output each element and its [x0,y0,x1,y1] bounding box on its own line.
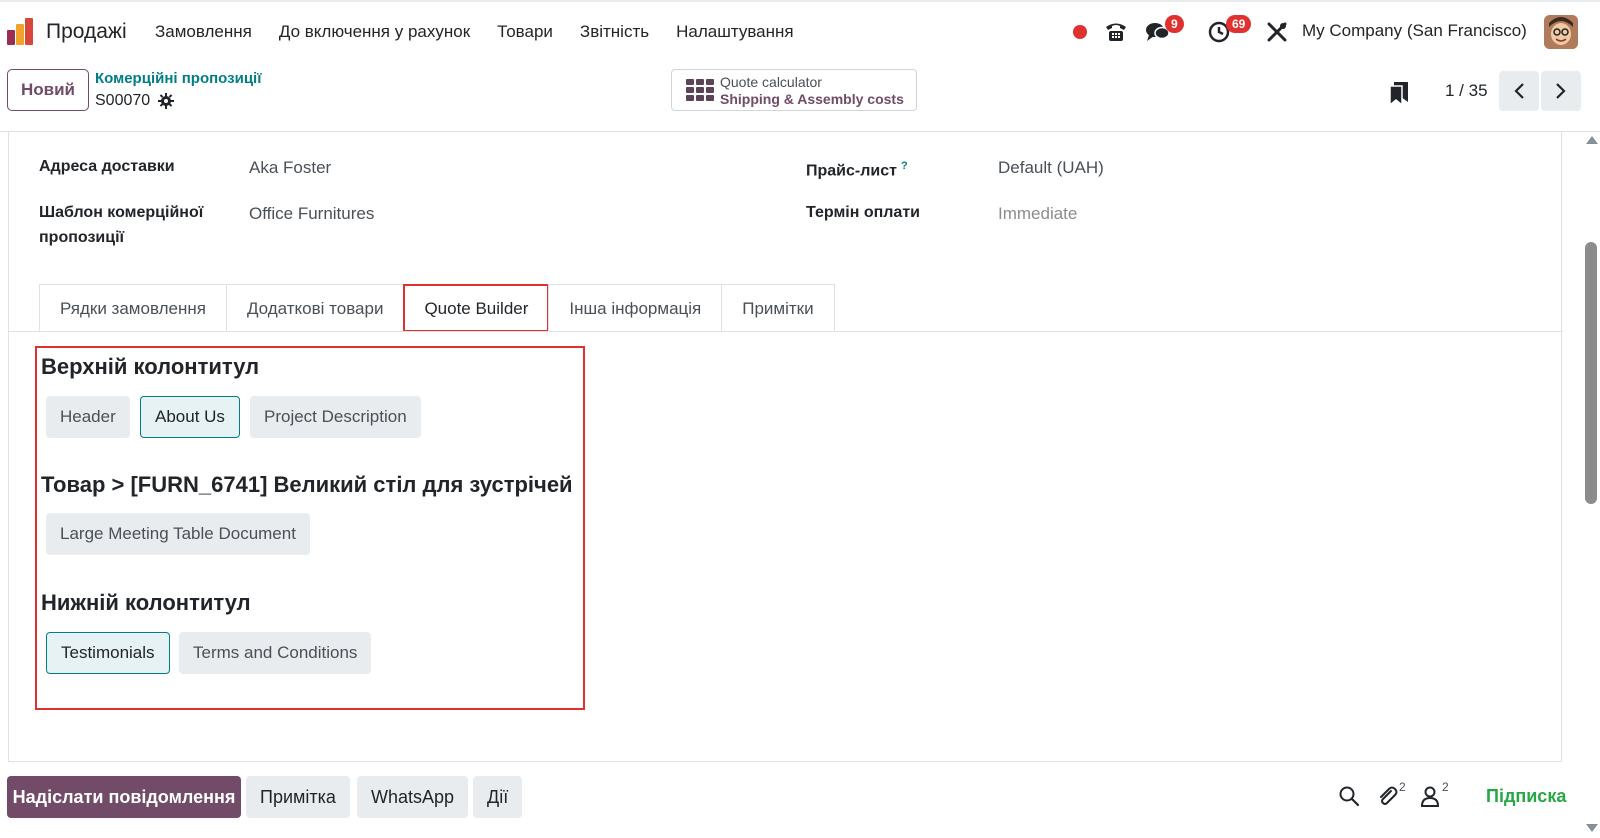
chevron-right-icon [1556,83,1566,99]
activities-button[interactable]: Дії [473,776,523,818]
debug-tools-button[interactable] [1264,16,1290,48]
payment-terms-label: Термін оплати [806,204,920,221]
phone-icon [1106,23,1126,41]
breadcrumb-quotations-link[interactable]: Комерційні пропозиції [95,70,261,87]
pricelist-label: Прайс-лист? [806,154,908,183]
record-dot-icon [1073,25,1087,39]
tab-optional-products[interactable]: Додаткові товари [225,284,405,332]
pager-previous-button[interactable] [1499,71,1539,111]
pricelist-field[interactable]: Default (UAH) [998,158,1104,178]
new-button[interactable]: Новий [7,69,89,111]
scroll-up-arrow-icon[interactable] [1586,136,1598,144]
chevron-left-icon [1514,83,1524,99]
scrollbar-thumb[interactable] [1585,242,1597,504]
paperclip-icon[interactable] [1376,785,1398,807]
footer-doc-testimonials[interactable]: Testimonials [46,632,170,674]
header-section-title: Верхній колонтитул [41,354,260,379]
user-avatar-icon [1544,15,1578,49]
footer-section-title: Нижній колонтитул [41,590,251,615]
tab-order-lines[interactable]: Рядки замовлення [39,284,227,332]
gear-icon[interactable] [158,93,175,109]
log-note-button[interactable]: Примітка [246,776,350,818]
product-doc-large-meeting-table[interactable]: Large Meeting Table Document [46,513,310,555]
whatsapp-button[interactable]: WhatsApp [357,776,469,818]
notebook-tabs: Рядки замовлення Додаткові товари Quote … [39,284,835,332]
quote-builder-panel: Верхній колонтитул Header About Us Proje… [35,346,585,710]
delivery-address-field[interactable]: Aka Foster [249,158,331,178]
pager-next-button[interactable] [1541,71,1581,111]
header-doc-project-description[interactable]: Project Description [250,396,421,438]
control-panel: Новий Комерційні пропозиції S00070 Quote… [0,62,1600,132]
delivery-address-label: Адреса доставки [39,158,175,175]
quote-calculator-title: Quote calculator [720,74,822,90]
activities-button[interactable]: 69 [1208,15,1264,48]
pager-value[interactable]: 1 / 35 [1445,81,1488,101]
footer-doc-terms-and-conditions[interactable]: Terms and Conditions [179,632,372,674]
messages-button[interactable]: 9 [1145,15,1193,48]
follow-button[interactable]: Підписка [1486,786,1566,807]
followers-icon[interactable] [1419,785,1441,807]
quotation-template-label: Шаблон комерційної пропозиції [39,204,204,246]
bookmarks-icon[interactable] [1388,80,1410,106]
phone-button[interactable] [1103,16,1129,48]
activities-count-badge: 69 [1226,15,1252,33]
send-message-button[interactable]: Надіслати повідомлення [7,776,241,818]
recording-indicator[interactable] [1070,16,1090,48]
product-section-title: Товар > [FURN_6741] Великий стіл для зус… [41,472,573,497]
search-icon[interactable] [1338,785,1360,807]
chatter-toolbar: Надіслати повідомлення Примітка WhatsApp… [0,772,1600,822]
tab-notes[interactable]: Примітки [721,284,835,332]
record-name: S00070 [95,92,151,109]
tab-quote-builder[interactable]: Quote Builder [403,284,550,332]
top-navbar: Продажі Замовлення До включення у рахуно… [0,0,1600,62]
quote-calculator-subtitle: Shipping & Assembly costs [720,91,904,107]
payment-terms-field[interactable]: Immediate [998,204,1077,224]
tools-icon [1267,22,1287,42]
breadcrumb-record: S00070 [95,92,175,110]
page-scrollbar[interactable] [1582,132,1600,838]
scroll-down-arrow-icon[interactable] [1586,824,1598,832]
tabs-divider [9,331,1563,332]
quote-calculator-button[interactable]: Quote calculator Shipping & Assembly cos… [671,69,917,111]
tab-other-info[interactable]: Інша інформація [548,284,723,332]
header-doc-header[interactable]: Header [46,396,130,438]
grid-icon [686,79,714,101]
messages-count-badge: 9 [1165,15,1184,33]
followers-count: 2 [1442,780,1449,794]
quotation-template-field[interactable]: Office Furnitures [249,204,374,224]
help-tooltip-icon[interactable]: ? [901,160,908,172]
user-avatar[interactable] [1544,15,1578,49]
company-switcher[interactable]: My Company (San Francisco) [1302,21,1527,41]
attachments-count: 2 [1399,780,1406,794]
form-sheet: Адреса доставки Aka Foster Шаблон комерц… [8,132,1563,762]
header-doc-about-us[interactable]: About Us [140,396,240,438]
pricelist-label-text: Прайс-лист [806,162,897,180]
